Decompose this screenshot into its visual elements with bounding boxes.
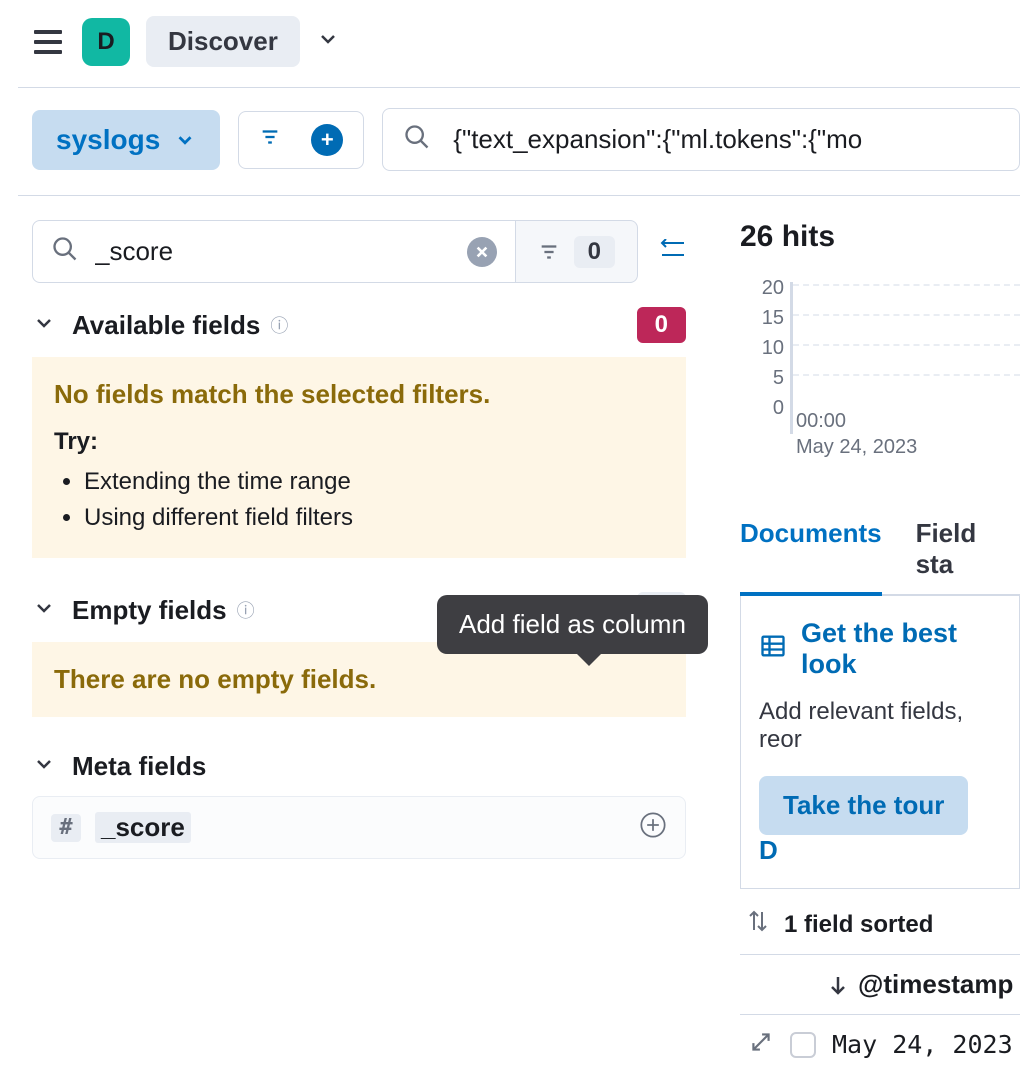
meta-fields-header[interactable]: Meta fields [32,751,686,782]
chevron-down-icon [32,752,56,781]
nav-menu-icon[interactable] [30,24,66,60]
field-search[interactable] [32,220,516,283]
hits-count: 26 hits [740,220,1020,254]
y-axis-ticks: 20 15 10 5 0 [740,278,784,418]
take-tour-button[interactable]: Take the tour [759,776,968,835]
meta-fields-title: Meta fields [72,751,206,782]
tour-callout: Get the best look Add relevant fields, r… [740,595,1020,889]
clear-search-icon[interactable] [467,237,497,267]
discover-breadcrumb[interactable]: Discover [146,16,300,67]
field-type-filter-button[interactable]: 0 [516,220,638,283]
tab-documents[interactable]: Documents [740,518,882,596]
hits-number: 26 [740,220,773,253]
collapse-sidebar-icon[interactable] [656,239,686,264]
search-icon [51,235,79,268]
add-field-as-column-button[interactable] [639,811,667,844]
sort-label: 1 field sorted [784,911,933,939]
chevron-down-icon [174,129,196,151]
chevron-down-icon [32,596,56,625]
field-filter-count: 0 [574,236,615,268]
breadcrumb-chevron-icon[interactable] [316,27,340,56]
fields-sidebar: 0 Available fields ⓘ 0 No fields match t… [18,196,718,1060]
available-fields-header[interactable]: Available fields ⓘ 0 [32,307,686,343]
field-type-icon: # [51,814,81,842]
callout-tip: Extending the time range [84,464,664,500]
callout-tip: Using different field filters [84,500,664,536]
data-view-label: syslogs [56,124,160,156]
histogram-chart[interactable]: 20 15 10 5 0 00:00 May 24, 2023 [740,278,1020,478]
top-bar: D Discover [0,0,1020,87]
field-search-input[interactable] [95,236,451,267]
app-badge[interactable]: D [82,18,130,66]
filter-controls: + [238,111,364,169]
info-icon[interactable]: ⓘ [237,597,255,623]
add-filter-button[interactable]: + [311,124,343,156]
x-axis-label: 00:00 May 24, 2023 [796,408,917,460]
row-checkbox[interactable] [790,1032,816,1058]
callout-title: No fields match the selected filters. [54,379,664,410]
chevron-down-icon [32,311,56,340]
sort-icon [748,909,768,940]
tour-headline: Get the best look [801,618,1001,680]
data-view-selector[interactable]: syslogs [32,110,220,170]
field-name: _score [95,812,191,843]
filter-row: syslogs + {"text_expansion":{"ml.tokens"… [0,88,1020,195]
query-input[interactable]: {"text_expansion":{"ml.tokens":{"mo [382,108,1020,171]
field-item-score[interactable]: # _score [32,796,686,859]
query-text: {"text_expansion":{"ml.tokens":{"mo [453,124,862,155]
result-tabs: Documents Field sta [740,518,1020,595]
hits-label: hits [782,220,835,253]
y-axis-line [790,282,793,434]
no-fields-callout: No fields match the selected filters. Tr… [32,357,686,558]
empty-fields-title: Empty fields [72,595,227,626]
tab-field-statistics[interactable]: Field sta [916,518,1020,594]
sort-desc-icon [828,975,848,995]
dismiss-button[interactable]: D [759,835,778,865]
table-row[interactable]: May 24, 2023 [740,1015,1020,1060]
filter-icon[interactable] [259,126,281,153]
main-panel: 26 hits 20 15 10 5 0 00:00 May 24, 2023 … [718,196,1020,1060]
expand-row-icon[interactable] [748,1029,774,1060]
available-fields-count: 0 [637,307,686,343]
callout-title: There are no empty fields. [54,664,664,695]
column-header-timestamp[interactable]: @timestamp [740,955,1020,1015]
search-icon [403,123,431,156]
info-icon[interactable]: ⓘ [270,312,288,338]
available-fields-title: Available fields [72,310,260,341]
cell-timestamp: May 24, 2023 [832,1030,1013,1059]
column-header-label: @timestamp [858,969,1013,1000]
tooltip: Add field as column [437,595,708,654]
table-icon [759,632,787,667]
callout-try-label: Try: [54,428,664,456]
tour-description: Add relevant fields, reor [759,698,1001,754]
sort-indicator[interactable]: 1 field sorted [740,889,1020,955]
